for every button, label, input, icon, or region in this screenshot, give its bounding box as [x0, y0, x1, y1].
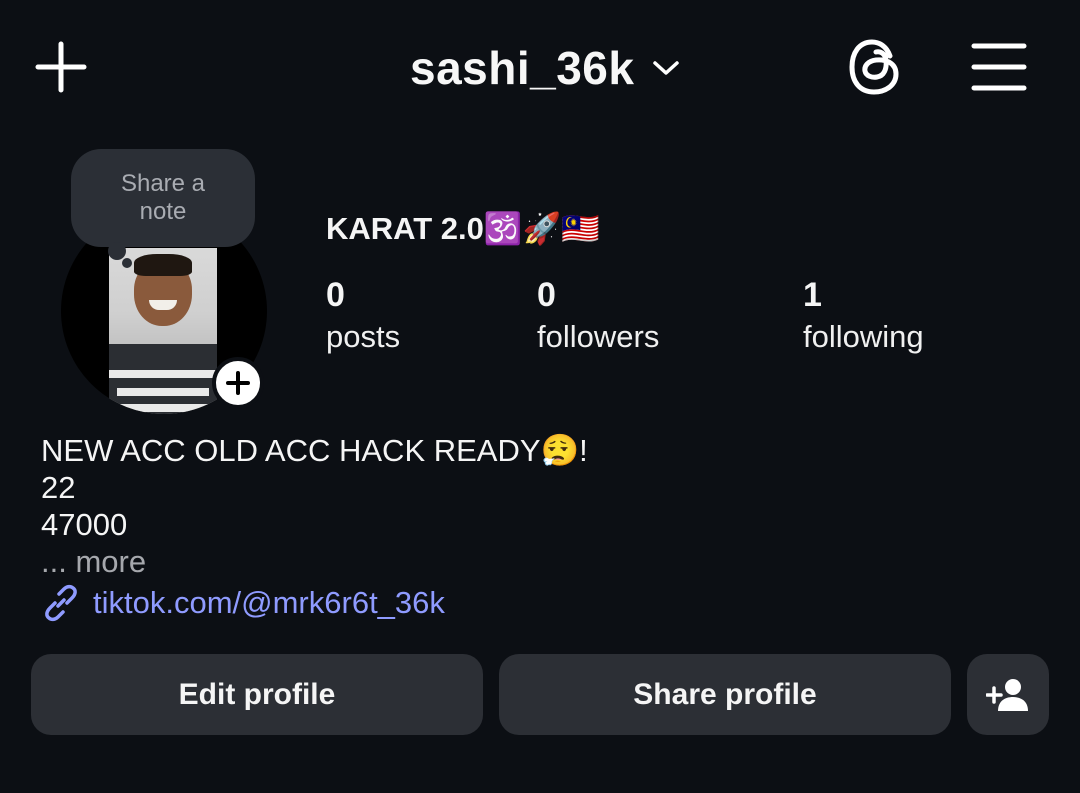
- followers-count[interactable]: 0: [537, 276, 556, 315]
- account-switcher[interactable]: sashi_36k: [410, 40, 680, 96]
- following-count[interactable]: 1: [803, 276, 822, 315]
- note-bubble-tail-small: [122, 258, 132, 268]
- username: sashi_36k: [410, 42, 635, 94]
- link-icon: [41, 583, 81, 623]
- threads-icon[interactable]: [846, 36, 904, 98]
- share-note-bubble[interactable]: Share a note: [71, 149, 255, 247]
- posts-count[interactable]: 0: [326, 276, 345, 315]
- bio-line: 47000: [41, 507, 128, 542]
- bio: NEW ACC OLD ACC HACK READY😮‍💨! 22 47000 …: [41, 432, 588, 580]
- bio-line: NEW ACC OLD ACC HACK READY😮‍💨!: [41, 433, 588, 468]
- link-text[interactable]: tiktok.com/@mrk6r6t_36k: [93, 585, 445, 621]
- add-story-plus-icon[interactable]: [212, 357, 264, 409]
- edit-profile-button[interactable]: Edit profile: [31, 654, 483, 735]
- posts-label[interactable]: posts: [326, 319, 400, 355]
- display-name: KARAT 2.0🕉️🚀🇲🇾: [326, 211, 600, 246]
- discover-people-button[interactable]: [967, 654, 1049, 735]
- share-profile-label: Share profile: [633, 677, 817, 711]
- note-placeholder: Share a note: [120, 170, 206, 225]
- chevron-down-icon: [652, 58, 680, 78]
- bio-line: 22: [41, 470, 76, 505]
- create-plus-icon[interactable]: [32, 38, 90, 96]
- edit-profile-label: Edit profile: [178, 677, 336, 711]
- bio-more-link[interactable]: ... more: [41, 543, 588, 580]
- following-label[interactable]: following: [803, 319, 924, 355]
- profile-link[interactable]: tiktok.com/@mrk6r6t_36k: [41, 583, 445, 623]
- add-person-icon: [986, 678, 1028, 711]
- menu-icon[interactable]: [970, 40, 1028, 94]
- profile-photo: [109, 248, 217, 414]
- note-bubble-tail: [108, 242, 126, 260]
- share-profile-button[interactable]: Share profile: [499, 654, 951, 735]
- followers-label[interactable]: followers: [537, 319, 659, 355]
